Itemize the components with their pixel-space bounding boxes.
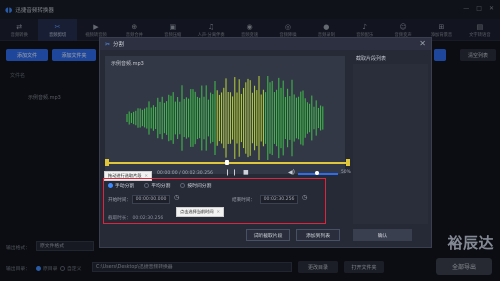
dialog-header: ✂ 分割 ✕ [100,38,431,50]
clock-tooltip-text: 点击选择当前时间 [180,209,214,214]
volume-knob[interactable] [315,171,319,175]
add-to-list-button[interactable]: 添加到列表 [296,229,340,241]
confirm-button[interactable]: 确认 [353,229,412,241]
start-time-label: 开始时间： [108,198,131,203]
watermark-text: 裕辰达 [447,234,494,252]
timeline-playhead[interactable] [225,160,229,165]
split-dialog: ✂ 分割 ✕ 示例音频.mp3 00:00:00 / 00:02:30.256 … [99,37,432,248]
clock-tooltip: 点击选择当前时间 ✕ [176,207,225,217]
start-clock-icon[interactable]: ◷ [174,194,179,201]
pause-stop-controls[interactable]: ❙❙ ■ [225,169,251,176]
waveform-player[interactable]: 示例音频.mp3 [105,56,345,174]
tooltip-close-icon[interactable]: ✕ [217,209,221,214]
mode-manual[interactable]: 手动分割 [108,182,134,189]
duration-label: 截取时长： [108,216,131,221]
mode-average-label: 平均分割 [151,184,171,189]
timeline-start-handle[interactable] [105,159,109,166]
start-time-input[interactable]: 00:00:00.000 [132,195,170,204]
duration-value: 00:02:30.256 [132,216,164,221]
dialog-close-button[interactable]: ✕ [419,39,426,48]
end-time-label: 结束时间： [232,198,255,203]
trial-listen-label: 试听截取片段 [253,233,283,239]
duration-row: 截取时长： 00:02:30.256 [108,215,163,221]
volume-icon[interactable]: ◀) [288,169,295,176]
split-mode-group: 手动分割 平均分割 按时间分割 [108,182,211,189]
mode-average[interactable]: 平均分割 [144,182,170,189]
dialog-title: 分割 [113,42,125,48]
segment-list[interactable] [353,64,428,224]
end-clock-icon[interactable]: ◷ [302,194,307,201]
player-file-name: 示例音频.mp3 [111,61,144,67]
timeline-range[interactable] [105,159,350,166]
timeline-end-handle[interactable] [346,159,350,166]
segment-list-title: 截取片段列表 [356,56,387,62]
radio-on-icon [108,183,113,188]
mode-manual-label: 手动分割 [115,184,135,189]
end-time-input[interactable]: 00:02:30.256 [260,195,298,204]
split-options-box: 手动分割 平均分割 按时间分割 开始时间： 00:00:00.000 ◷ 结束时… [103,178,326,224]
end-time-value: 00:02:30.256 [263,197,295,202]
confirm-label: 确认 [377,233,388,239]
mode-by-time-label: 按时间分割 [187,184,212,189]
volume-percent: 50% [341,170,351,175]
scissors-icon: ✂ [105,40,111,48]
radio-off-icon [180,183,186,188]
time-display: 00:00:00 / 00:02:30.256 [157,171,213,176]
radio-off-icon [144,183,150,188]
start-time-value: 00:00:00.000 [135,197,167,202]
mode-by-time[interactable]: 按时间分割 [180,182,211,189]
waveform[interactable] [105,70,345,170]
trial-listen-button[interactable]: 试听截取片段 [246,229,290,241]
add-to-list-label: 添加到列表 [306,233,330,239]
